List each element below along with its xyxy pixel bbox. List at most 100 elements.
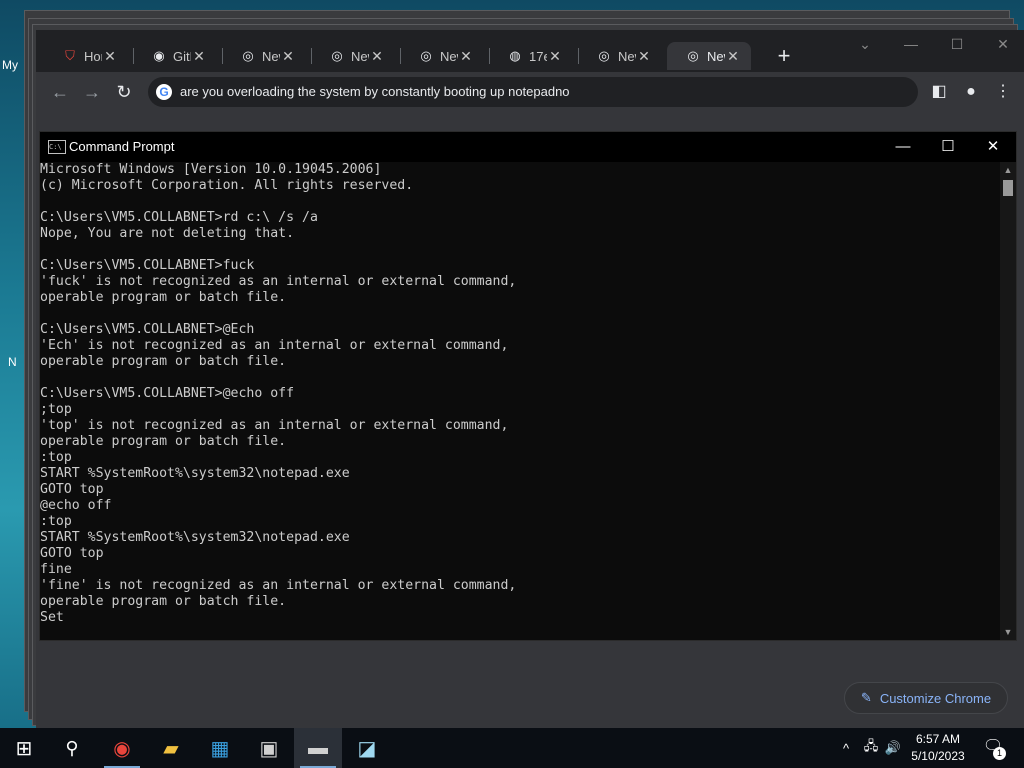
tab-separator [578,48,579,64]
side-panel-icon[interactable]: ◧ [927,80,951,104]
tab-close-icon[interactable]: ✕ [458,48,474,65]
minimize-button[interactable]: — [880,135,926,159]
maximize-button[interactable]: ☐ [945,36,969,53]
console-line: C:\Users\VM5.COLLABNET>rd c:\ /s /a [40,210,318,225]
scroll-up-icon[interactable]: ▲ [1000,162,1016,178]
browser-tab[interactable]: ◎ New✕ [578,42,662,70]
chrome-icon: ◎ [242,48,254,63]
tab-close-icon[interactable]: ✕ [102,48,118,65]
console-line: (c) Microsoft Corporation. All rights re… [40,178,414,193]
search-button[interactable]: ⚲ [48,728,96,768]
tab-close-icon[interactable]: ✕ [280,48,296,65]
new-tab-button[interactable]: + [770,44,798,68]
file-explorer-taskbar-icon: ▰ [163,737,179,760]
scroll-down-icon[interactable]: ▼ [1000,624,1016,640]
tab-label: New [618,48,636,64]
tab-separator [489,48,490,64]
time: 6:57 AM [915,732,961,746]
console-line: 'fuck' is not recognized as an internal … [40,274,517,289]
browser-tab[interactable]: ◎ New✕ [400,42,484,70]
browser-tab[interactable]: ◎ New✕ [222,42,306,70]
forward-icon[interactable]: → [80,80,104,104]
browser-tab[interactable]: ◎ New✕ [311,42,395,70]
start-button[interactable]: ⊞ [0,728,48,768]
chrome-taskbar-button[interactable]: ◉ [98,728,146,768]
date: 5/10/2023 [911,749,965,763]
console-line: operable program or batch file. [40,354,287,369]
search-icon: ⚲ [65,737,79,758]
network-icon[interactable]: 🖧 [860,728,882,768]
tab-search-button[interactable]: ⌄ [853,36,877,53]
console-line: GOTO top [40,546,104,561]
chrome-icon: ◎ [420,48,432,63]
notepad-taskbar-button[interactable]: ◪ [343,728,391,768]
tab-close-icon[interactable]: ✕ [369,48,385,65]
console-line: Microsoft Windows [Version 10.0.19045.20… [40,162,382,177]
tab-close-icon[interactable]: ✕ [547,48,563,65]
network-taskbar-icon: ▣ [259,737,279,760]
menu-icon[interactable]: ⋮ [991,80,1015,104]
control-panel-taskbar-icon: ▦ [210,737,230,760]
google-icon: G [156,84,172,100]
minimize-button[interactable]: — [899,36,923,52]
tab-label: New [262,48,280,64]
console-line: 'Ech' is not recognized as an internal o… [40,338,509,353]
clock[interactable]: 6:57 AM 5/10/2023 [902,731,974,765]
tab-close-icon[interactable]: ✕ [636,48,652,65]
control-panel-taskbar-button[interactable]: ▦ [196,728,244,768]
tab-strip: ⛉Hom✕◉GitH✕◎New✕◎New✕◎New✕◍17el✕◎New✕◎Ne… [36,30,1024,72]
tab-label: Hom [84,48,102,64]
github-icon: ◉ [153,48,165,63]
console-line: operable program or batch file. [40,290,287,305]
command-prompt-window[interactable]: C:\ Command Prompt — ☐ ✕ Microsoft Windo… [39,131,1017,641]
console-line: 'fine' is not recognized as an internal … [40,578,517,593]
browser-toolbar: ← → ↻ G are you overloading the system b… [36,72,1024,112]
console-line: C:\Users\VM5.COLLABNET>@Ech [40,322,255,337]
command-prompt-taskbar-button[interactable]: ▬ [294,728,342,768]
window-title: Command Prompt [69,139,175,154]
network-taskbar-button[interactable]: ▣ [245,728,293,768]
console-line: C:\Users\VM5.COLLABNET>fuck [40,258,255,273]
close-button[interactable]: ✕ [970,135,1016,159]
address-bar[interactable]: G are you overloading the system by cons… [148,77,918,107]
tab-separator [311,48,312,64]
browser-tab[interactable]: ◎ New✕ [667,42,751,70]
browser-tab[interactable]: ⛉ Hom✕ [44,42,128,70]
notepad-taskbar-icon: ◪ [357,737,377,760]
shield-icon: ⛉ [65,48,75,63]
globe-icon: ◍ [509,48,521,63]
tab-close-icon[interactable]: ✕ [725,48,741,65]
file-explorer-taskbar-button[interactable]: ▰ [147,728,195,768]
command-prompt-titlebar[interactable]: C:\ Command Prompt — ☐ ✕ [40,132,1016,162]
maximize-button[interactable]: ☐ [925,135,971,159]
chrome-icon: ◎ [598,48,610,63]
pencil-icon: ✎ [860,690,872,705]
command-prompt-icon: C:\ [48,140,66,154]
tab-separator [222,48,223,64]
tab-close-icon[interactable]: ✕ [191,48,207,65]
browser-tab[interactable]: ◍ 17el✕ [489,42,573,70]
command-prompt-taskbar-icon: ▬ [308,736,328,759]
scrollbar-thumb[interactable] [1003,180,1013,196]
console-line: START %SystemRoot%\system32\notepad.exe [40,466,350,481]
browser-tab[interactable]: ◉ GitH✕ [133,42,217,70]
console-line: operable program or batch file. [40,594,287,609]
reload-icon[interactable]: ↻ [112,80,136,104]
tab-label: GitH [173,48,191,64]
taskbar: ⊞ ⚲ ◉ ▰ ▦ ▣ ▬ ◪ ^ 🖧 🔊 6:57 AM 5/10/2023 🗨 1 [0,728,1024,768]
volume-icon[interactable]: 🔊 [882,728,904,768]
show-hidden-icons[interactable]: ^ [836,728,856,768]
vertical-scrollbar[interactable]: ▲ ▼ [1000,162,1016,640]
desktop-icon-label[interactable]: N [8,355,17,369]
address-bar-text[interactable]: are you overloading the system by consta… [180,84,570,99]
profile-icon[interactable]: ● [959,80,983,104]
console-output[interactable]: Microsoft Windows [Version 10.0.19045.20… [40,162,1000,640]
desktop-icon-label[interactable]: My [2,58,18,72]
console-line: START %SystemRoot%\system32\notepad.exe [40,530,350,545]
close-button[interactable]: ✕ [991,36,1015,53]
customize-chrome-button[interactable]: ✎ Customize Chrome [844,682,1008,714]
back-icon[interactable]: ← [48,80,72,104]
